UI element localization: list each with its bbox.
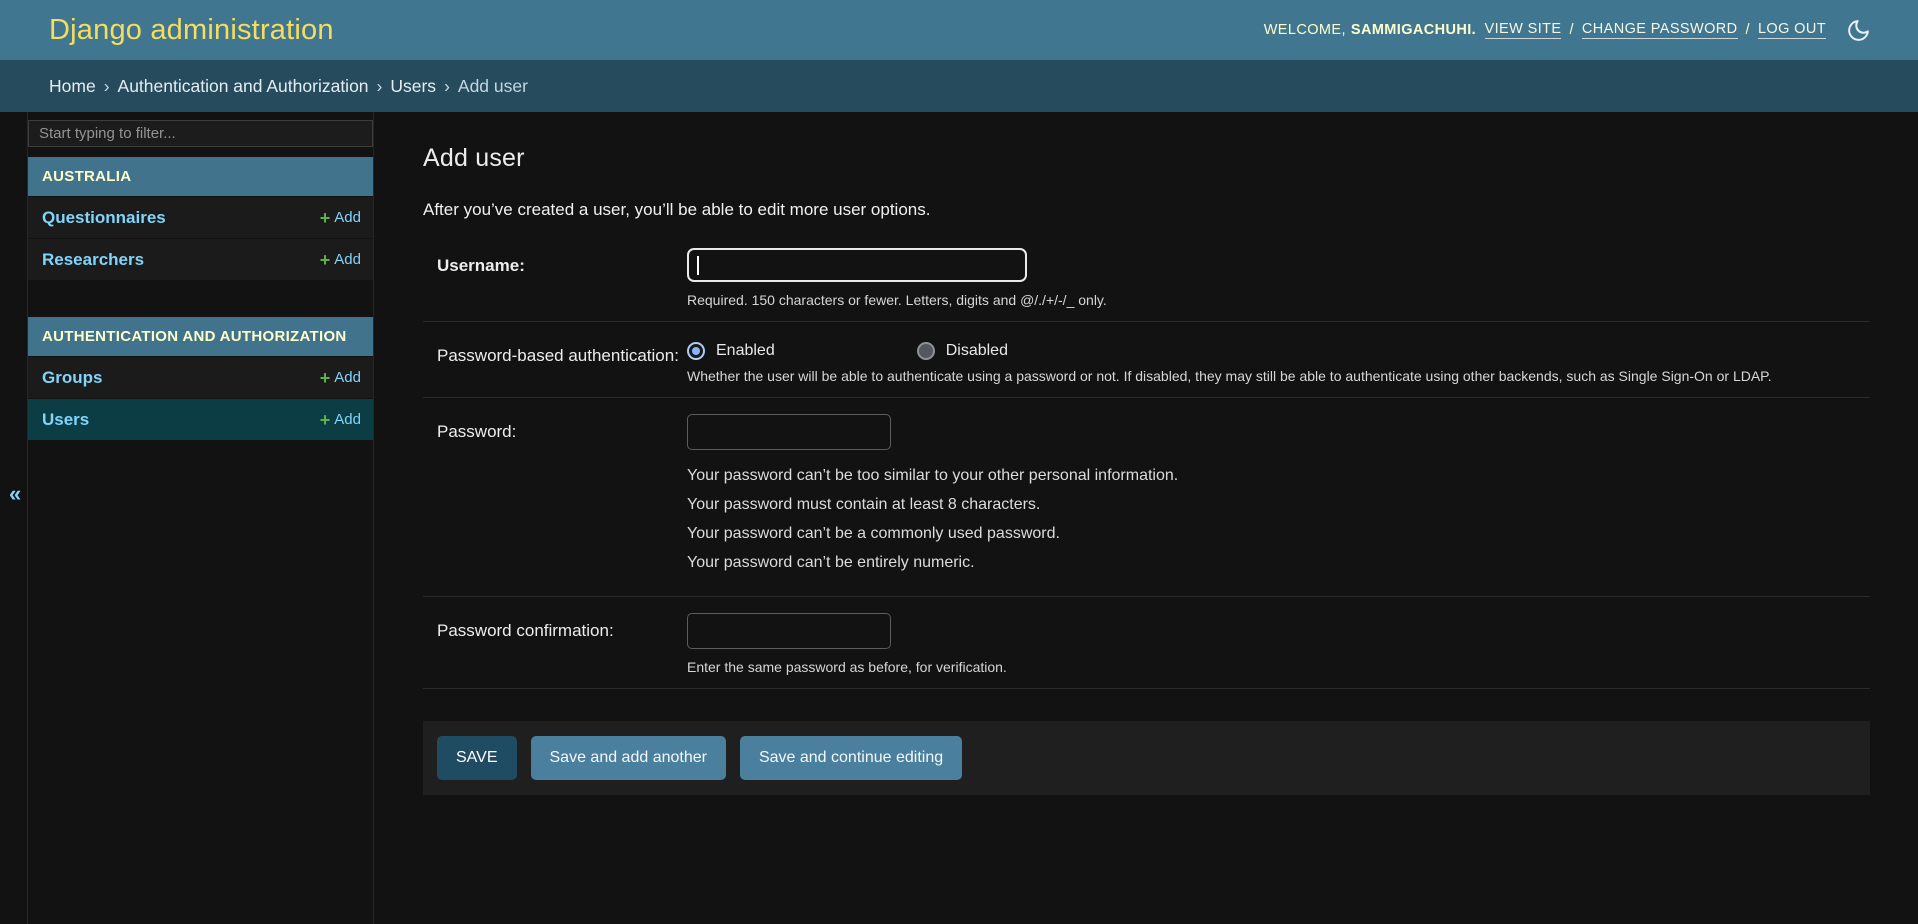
model-link[interactable]: Researchers bbox=[42, 250, 144, 270]
breadcrumb-separator: › bbox=[376, 75, 383, 96]
add-questionnaire-link[interactable]: + Add bbox=[320, 209, 361, 227]
plus-icon: + bbox=[319, 367, 331, 388]
sidebar-section-auth: AUTHENTICATION AND AUTHORIZATION Groups … bbox=[28, 317, 373, 440]
plus-icon: + bbox=[319, 207, 331, 228]
breadcrumb-separator: › bbox=[444, 75, 450, 96]
breadcrumb-users[interactable]: Users bbox=[390, 76, 436, 97]
save-button[interactable]: SAVE bbox=[437, 736, 517, 780]
current-username: SAMMIGACHUHI. bbox=[1350, 22, 1477, 38]
add-researcher-link[interactable]: + Add bbox=[320, 251, 361, 269]
breadcrumb-current: Add user bbox=[457, 75, 528, 96]
logout-link[interactable]: LOG OUT bbox=[1757, 21, 1826, 39]
intro-text: After you’ve created a user, you’ll be a… bbox=[423, 200, 931, 219]
sidebar-filter-input[interactable] bbox=[28, 120, 373, 147]
radio-option-enabled[interactable]: Enabled bbox=[687, 342, 775, 360]
add-label: Add bbox=[334, 411, 361, 428]
radio-option-disabled[interactable]: Disabled bbox=[916, 342, 1008, 360]
password-confirmation-help: Enter the same password as before, for v… bbox=[687, 659, 1007, 675]
add-label: Add bbox=[334, 209, 361, 226]
auth-label: Password-based authentication: bbox=[437, 346, 679, 365]
submit-row: SAVE Save and add another Save and conti… bbox=[423, 721, 1870, 795]
sidebar-item-questionnaires[interactable]: Questionnaires + Add bbox=[28, 196, 373, 238]
text-cursor bbox=[697, 256, 699, 275]
password-help-item: Your password can’t be entirely numeric. bbox=[687, 554, 975, 571]
header: Django administration WELCOME, SAMMIGACH… bbox=[0, 0, 1918, 60]
plus-icon: + bbox=[319, 409, 331, 430]
sidebar-collapse-toggle[interactable]: « bbox=[3, 480, 27, 508]
model-link[interactable]: Questionnaires bbox=[42, 208, 166, 228]
sidebar-toggle-strip: « bbox=[0, 112, 28, 924]
username-input[interactable] bbox=[687, 248, 1027, 282]
separator: / bbox=[1569, 22, 1574, 38]
nav-sidebar: AUSTRALIA Questionnaires + Add Researche… bbox=[28, 112, 374, 924]
add-label: Add bbox=[334, 369, 361, 386]
breadcrumb: Home › Authentication and Authorization … bbox=[0, 60, 1918, 112]
section-caption[interactable]: AUTHENTICATION AND AUTHORIZATION bbox=[28, 317, 373, 356]
model-link[interactable]: Users bbox=[42, 410, 89, 430]
breadcrumb-auth[interactable]: Authentication and Authorization bbox=[118, 76, 369, 97]
add-label: Add bbox=[334, 251, 361, 268]
site-title[interactable]: Django administration bbox=[49, 14, 334, 47]
form-row-username: Username: Required. 150 characters or fe… bbox=[423, 232, 1870, 322]
radio-label: Enabled bbox=[716, 342, 775, 359]
change-password-link[interactable]: CHANGE PASSWORD bbox=[1581, 21, 1738, 39]
separator: / bbox=[1745, 22, 1750, 38]
save-and-continue-editing-button[interactable]: Save and continue editing bbox=[739, 736, 963, 780]
form-row-auth: Password-based authentication: Enabled D… bbox=[423, 322, 1870, 398]
sidebar-item-users[interactable]: Users + Add bbox=[28, 398, 373, 440]
welcome-label: WELCOME, bbox=[1263, 22, 1346, 38]
view-site-link[interactable]: VIEW SITE bbox=[1484, 21, 1562, 39]
model-link[interactable]: Groups bbox=[42, 368, 102, 388]
username-help: Required. 150 characters or fewer. Lette… bbox=[687, 292, 1107, 308]
section-caption[interactable]: AUSTRALIA bbox=[28, 157, 373, 196]
password-confirmation-input[interactable] bbox=[687, 613, 891, 649]
breadcrumb-home[interactable]: Home bbox=[49, 76, 96, 97]
plus-icon: + bbox=[319, 249, 331, 270]
sidebar-item-researchers[interactable]: Researchers + Add bbox=[28, 238, 373, 280]
sidebar-section-australia: AUSTRALIA Questionnaires + Add Researche… bbox=[28, 157, 373, 280]
breadcrumb-separator: › bbox=[103, 75, 110, 96]
add-group-link[interactable]: + Add bbox=[320, 369, 361, 387]
add-user-form: Username: Required. 150 characters or fe… bbox=[423, 232, 1870, 795]
add-user-link[interactable]: + Add bbox=[320, 411, 361, 429]
form-row-password-confirmation: Password confirmation: Enter the same pa… bbox=[423, 597, 1870, 689]
password-help-item: Your password must contain at least 8 ch… bbox=[687, 496, 1041, 513]
auth-help: Whether the user will be able to authent… bbox=[687, 368, 1772, 384]
page-title: Add user bbox=[423, 144, 525, 172]
password-help-list: Your password can’t be too similar to yo… bbox=[687, 467, 1870, 572]
password-confirmation-label: Password confirmation: bbox=[437, 621, 614, 640]
save-and-add-another-button[interactable]: Save and add another bbox=[530, 736, 726, 780]
password-help-item: Your password can’t be a commonly used p… bbox=[687, 525, 1060, 542]
password-label: Password: bbox=[437, 422, 517, 441]
radio-checked-icon[interactable] bbox=[687, 342, 705, 360]
moon-icon bbox=[1846, 19, 1871, 46]
user-tools: WELCOME, SAMMIGACHUHI. VIEW SITE / CHANG… bbox=[1264, 18, 1871, 43]
radio-label: Disabled bbox=[945, 342, 1008, 359]
username-label: Username: bbox=[437, 256, 525, 275]
radio-unchecked-icon[interactable] bbox=[916, 342, 935, 360]
password-help-item: Your password can’t be too similar to yo… bbox=[687, 467, 1179, 484]
password-input[interactable] bbox=[687, 414, 891, 450]
sidebar-item-groups[interactable]: Groups + Add bbox=[28, 356, 373, 398]
main-content: Add user After you’ve created a user, yo… bbox=[374, 112, 1918, 924]
theme-toggle-button[interactable] bbox=[1846, 18, 1871, 43]
form-row-password: Password: Your password can’t be too sim… bbox=[423, 398, 1870, 597]
